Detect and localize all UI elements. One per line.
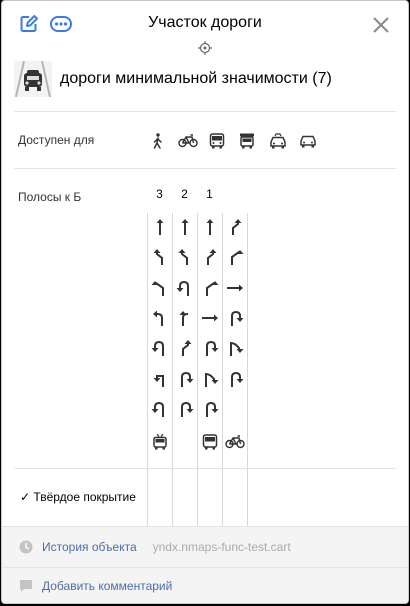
- crosshair-pin-icon: [198, 41, 212, 55]
- road-category-label: дороги минимальной значимости (7): [60, 70, 332, 87]
- lane-arrow-straight-right-icon: [207, 249, 217, 266]
- lane-number: 2: [181, 187, 188, 201]
- close-button[interactable]: [370, 14, 392, 36]
- lane-arrow-straight-left-icon: [153, 249, 163, 266]
- lane-arrow-straight-right-icon: [232, 219, 242, 235]
- truck-icon: [237, 132, 257, 150]
- lane-arrow-uturn-left-icon: [151, 341, 164, 357]
- lane-number: 1: [206, 187, 213, 201]
- lane-arrow-right-up-icon: [206, 280, 219, 296]
- divider: [14, 468, 396, 469]
- panel-footer: История объекта yndx.nmaps-func-test.car…: [2, 526, 408, 603]
- divider: [14, 168, 396, 169]
- car-icon: [298, 132, 318, 150]
- check-icon: ✓: [20, 490, 31, 504]
- taxi-icon: [268, 132, 288, 150]
- comment-icon: [18, 578, 34, 594]
- lane-arrow-uturn-right-icon: [206, 401, 219, 417]
- lane-trolleybus-icon: [147, 434, 172, 450]
- history-link[interactable]: История объекта: [42, 540, 137, 554]
- surface-label: Твёрдое покрытие: [33, 490, 136, 504]
- lane-arrow-uturn-right-icon: [231, 310, 244, 326]
- lane-arrow-straight-icon: [206, 219, 214, 235]
- lane-arrow-left-icon: [151, 280, 164, 296]
- locate-on-map-button[interactable]: [196, 39, 214, 57]
- lane-bicycle-icon: [222, 434, 247, 450]
- lane-arrow-straight-right-icon: [182, 340, 192, 357]
- divider: [14, 111, 396, 112]
- lane-arrow-straight-icon: [181, 219, 189, 235]
- close-icon: [373, 17, 389, 33]
- lane-arrow-left-up-icon: [179, 310, 188, 326]
- access-label: Доступен для: [18, 133, 95, 147]
- lane-arrow-uturn-right-icon: [181, 401, 194, 417]
- bicycle-icon: [178, 132, 198, 150]
- lane-arrow-left-straight-icon: [153, 310, 163, 326]
- panel-header: Участок дороги: [2, 1, 408, 57]
- bus-icon: [207, 132, 227, 150]
- lane-arrow-uturn-left-icon: [151, 401, 164, 417]
- lane-arrow-uturn-right-icon: [231, 371, 244, 387]
- history-row: История объекта yndx.nmaps-func-test.car…: [2, 529, 408, 565]
- lanes-label: Полосы к Б: [18, 190, 82, 204]
- panel-title: Участок дороги: [148, 14, 262, 31]
- lane-arrow-left-sharp-icon: [153, 374, 164, 387]
- surface-flag: ✓ Твёрдое покрытие: [20, 490, 136, 504]
- road-segment-panel: Участок дороги дороги минимальной значим…: [1, 0, 409, 604]
- lane-arrow-right-up-icon: [231, 250, 244, 266]
- lane-number: 3: [156, 187, 163, 201]
- lane-arrow-right-icon: [202, 314, 218, 322]
- lane-bus-icon: [197, 434, 222, 450]
- lane-arrow-straight-left-icon: [178, 249, 188, 266]
- clock-icon: [18, 539, 34, 555]
- lane-arrow-right-down-icon: [230, 342, 244, 357]
- road-category-icon: [14, 61, 52, 97]
- lane-arrow-straight-icon: [156, 219, 164, 235]
- history-user: yndx.nmaps-func-test.cart: [152, 540, 291, 554]
- road-category: дороги минимальной значимости (7): [14, 61, 396, 97]
- lane-arrow-uturn-left-icon: [176, 280, 189, 296]
- lane-arrow-uturn-right-icon: [181, 371, 194, 387]
- lane-arrow-right-icon: [227, 284, 243, 292]
- comment-row[interactable]: Добавить комментарий: [2, 568, 408, 603]
- add-comment-link[interactable]: Добавить комментарий: [42, 579, 172, 593]
- pedestrian-icon: [148, 132, 168, 150]
- lane-arrow-right-down-icon: [205, 372, 219, 387]
- lane-arrow-uturn-right-icon: [206, 341, 219, 357]
